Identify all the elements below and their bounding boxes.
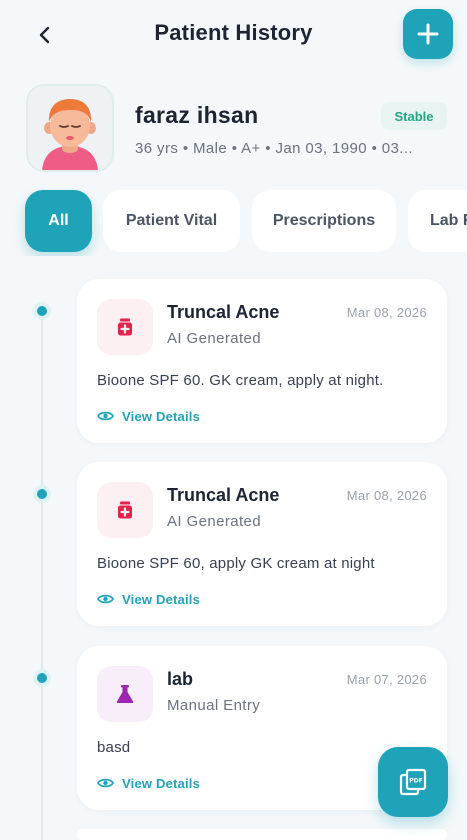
view-details-link[interactable]: View Details — [97, 589, 200, 609]
eye-icon — [97, 411, 114, 421]
record-source: AI Generated — [167, 513, 262, 530]
view-details-link[interactable]: View Details — [97, 406, 200, 426]
view-details-label: View Details — [122, 775, 201, 791]
record-source: Manual Entry — [167, 697, 261, 714]
view-details-label: View Details — [122, 408, 201, 424]
record-date: Mar 08, 2026 — [346, 488, 427, 503]
tab-patient-vital[interactable]: Patient Vital — [103, 190, 240, 252]
eye-icon — [97, 594, 114, 604]
record-icon-box — [97, 482, 153, 538]
record-source: AI Generated — [167, 330, 262, 347]
status-badge: Stable — [381, 102, 447, 130]
timeline-dot — [33, 302, 51, 320]
app-header: Patient History — [0, 0, 467, 70]
record-date: Mar 08, 2026 — [346, 305, 427, 320]
history-card[interactable]: Truncal Acne Mar 08, 2026 AI Generated B… — [77, 279, 447, 443]
record-icon-box — [97, 299, 153, 355]
history-card-partial[interactable] — [77, 829, 447, 840]
filter-tabs: All Patient Vital Prescriptions Lab R — [0, 188, 467, 256]
timeline-dot — [33, 669, 51, 687]
view-details-label: View Details — [122, 591, 201, 607]
view-details-link[interactable]: View Details — [97, 773, 200, 793]
patient-name: faraz ihsan — [135, 102, 259, 128]
prescription-bottle-icon — [118, 318, 132, 336]
record-date: Mar 07, 2026 — [346, 672, 427, 687]
prescription-bottle-icon — [118, 501, 132, 519]
patient-meta: 36 yrs • Male • A+ • Jan 03, 1990 • 03..… — [135, 140, 413, 157]
record-title: lab — [167, 669, 194, 689]
record-description: basd — [97, 739, 131, 756]
plus-icon — [417, 23, 439, 45]
tab-lab-reports[interactable]: Lab R — [408, 190, 467, 252]
timeline-line — [41, 310, 43, 840]
record-icon-box — [97, 666, 153, 722]
record-title: Truncal Acne — [167, 485, 280, 505]
pdf-icon: PDF — [399, 768, 427, 796]
record-description: Bioone SPF 60. GK cream, apply at night. — [97, 372, 384, 389]
flask-icon — [116, 685, 134, 703]
add-record-button[interactable] — [403, 9, 453, 59]
record-title: Truncal Acne — [167, 302, 280, 322]
timeline-dot — [33, 485, 51, 503]
tab-prescriptions[interactable]: Prescriptions — [252, 190, 396, 252]
page-title: Patient History — [154, 20, 313, 45]
svg-text:PDF: PDF — [409, 778, 422, 785]
patient-profile: faraz ihsan 36 yrs • Male • A+ • Jan 03,… — [0, 84, 467, 176]
eye-icon — [97, 778, 114, 788]
export-pdf-button[interactable]: PDF — [378, 747, 448, 817]
record-description: Bioone SPF 60, apply GK cream at night — [97, 555, 375, 572]
tab-all[interactable]: All — [25, 190, 92, 252]
avatar — [26, 84, 114, 172]
history-card[interactable]: Truncal Acne Mar 08, 2026 AI Generated B… — [77, 462, 447, 626]
